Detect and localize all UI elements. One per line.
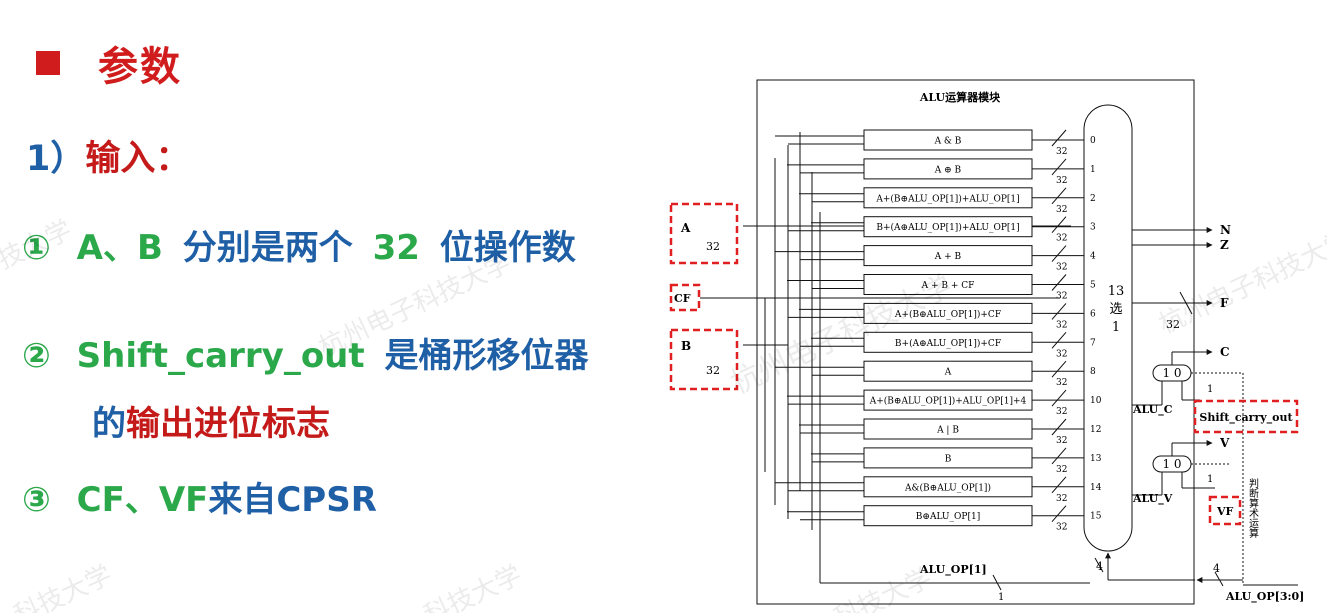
carry-mux-label: 1 0 [1162, 366, 1181, 380]
input-cf-label: CF [674, 292, 691, 305]
shift-carry-out-label: Shift_carry_out [1199, 411, 1293, 425]
bus-width-tick [1051, 389, 1067, 407]
mux-index-label: 12 [1090, 425, 1101, 435]
vf-label: VF [1216, 505, 1234, 518]
overflow-select-1: 1 [1207, 474, 1213, 485]
output-z: Z [1220, 238, 1229, 252]
op-label: B⊕ALU_OP[1] [916, 512, 980, 522]
op-label: A [944, 368, 952, 378]
output-f-width: 32 [1166, 318, 1180, 331]
mux-index-label: 2 [1090, 194, 1096, 204]
alu-c-label: ALU_C [1132, 403, 1173, 417]
alu-op1-label: ALU_OP[1] [919, 563, 987, 577]
op-label: B+(A⊕ALU_OP[1])+CF [895, 338, 1001, 349]
mux-index-label: 0 [1090, 136, 1096, 146]
bus-width-tick [1051, 158, 1067, 176]
bus-width-tick [1051, 476, 1067, 494]
op-label: A+(B⊕ALU_OP[1])+ALU_OP[1]+4 [869, 396, 1027, 407]
bus-width-label: 32 [1056, 320, 1067, 330]
bus-width-label: 32 [1056, 147, 1067, 157]
bus-width-label: 32 [1056, 234, 1067, 244]
input-a-width: 32 [706, 240, 720, 253]
bus-width-tick [1051, 245, 1067, 262]
overflow-mux-label: 1 0 [1162, 457, 1181, 471]
alu-op1-width: 1 [998, 592, 1004, 603]
bus-width-tick [1051, 331, 1067, 349]
op-label: A + B + CF [921, 281, 975, 291]
module-title: ALU运算器模块 [919, 90, 1001, 104]
alu-op-label: ALU_OP[3:0] [1225, 590, 1304, 604]
op-label: A | B [936, 426, 959, 436]
op-label: A&(B⊕ALU_OP[1]) [904, 482, 991, 493]
mux-index-label: 1 [1090, 165, 1096, 175]
bus-width-label: 32 [1056, 292, 1067, 302]
mux-index-label: 6 [1090, 309, 1096, 319]
bus-width-label: 32 [1056, 263, 1067, 273]
bus-width-label: 32 [1056, 465, 1067, 475]
op-label: A + B [934, 252, 962, 262]
alu-block-diagram: A & B320A ⊕ B321A+(B⊕ALU_OP[1])+ALU_OP[1… [669, 79, 1304, 605]
bus-width-label: 32 [1056, 176, 1067, 186]
mux-index-label: 4 [1090, 252, 1096, 262]
bus-width-tick [1051, 129, 1067, 147]
bus-width-label: 32 [1056, 436, 1067, 446]
op-label: A & B [934, 137, 962, 147]
bus-width-label: 32 [1056, 205, 1067, 215]
op-label: A+(B⊕ALU_OP[1])+CF [894, 309, 1001, 320]
op-label: A+(B⊕ALU_OP[1])+ALU_OP[1] [875, 193, 1019, 204]
alu-v-label: ALU_V [1132, 492, 1173, 506]
bus-width-label: 32 [1056, 349, 1067, 359]
alu-op-width: 4 [1213, 562, 1220, 575]
op-label: A ⊕ B [934, 165, 962, 175]
mux-index-label: 5 [1090, 281, 1096, 291]
bus-width-label: 32 [1056, 407, 1067, 417]
mux-index-label: 13 [1090, 454, 1102, 464]
input-a-label: A [680, 221, 691, 235]
mux-select-width: 4 [1096, 560, 1103, 573]
carry-select-1: 1 [1207, 384, 1213, 395]
bus-width-label: 32 [1056, 494, 1067, 504]
output-n: N [1220, 223, 1231, 237]
output-v: V [1219, 436, 1230, 450]
mux-label-13: 13 [1108, 284, 1125, 299]
bus-width-tick [1051, 447, 1067, 465]
mux-index-label: 3 [1090, 223, 1096, 233]
mux-index-label: 10 [1090, 396, 1102, 406]
bus-width-tick [1051, 360, 1067, 378]
mux-index-label: 14 [1090, 483, 1102, 493]
mux-index-label: 7 [1090, 338, 1096, 348]
bus-width-tick [1051, 187, 1067, 205]
mux-index-label: 8 [1090, 367, 1096, 377]
arith-judge-note: 判断算术运算 [1247, 478, 1259, 539]
op-label: B+(A⊕ALU_OP[1])+ALU_OP[1] [876, 222, 1019, 233]
bus-width-tick [1051, 303, 1067, 320]
bus-width-label: 32 [1056, 523, 1067, 533]
input-b-label: B [681, 339, 691, 353]
output-c: C [1220, 345, 1230, 359]
input-b-width: 32 [706, 364, 720, 377]
mux-label-select: 选 [1109, 302, 1122, 317]
bus-width-tick [1051, 418, 1067, 436]
bus-width-label: 32 [1056, 378, 1067, 388]
bus-width-tick [1051, 216, 1067, 234]
mux-label-1: 1 [1112, 320, 1120, 335]
op-label: B [945, 454, 952, 464]
bus-width-tick [1051, 505, 1067, 523]
bus-width-tick [1051, 274, 1067, 291]
mux-index-label: 15 [1090, 512, 1102, 522]
output-f: F [1220, 296, 1229, 310]
